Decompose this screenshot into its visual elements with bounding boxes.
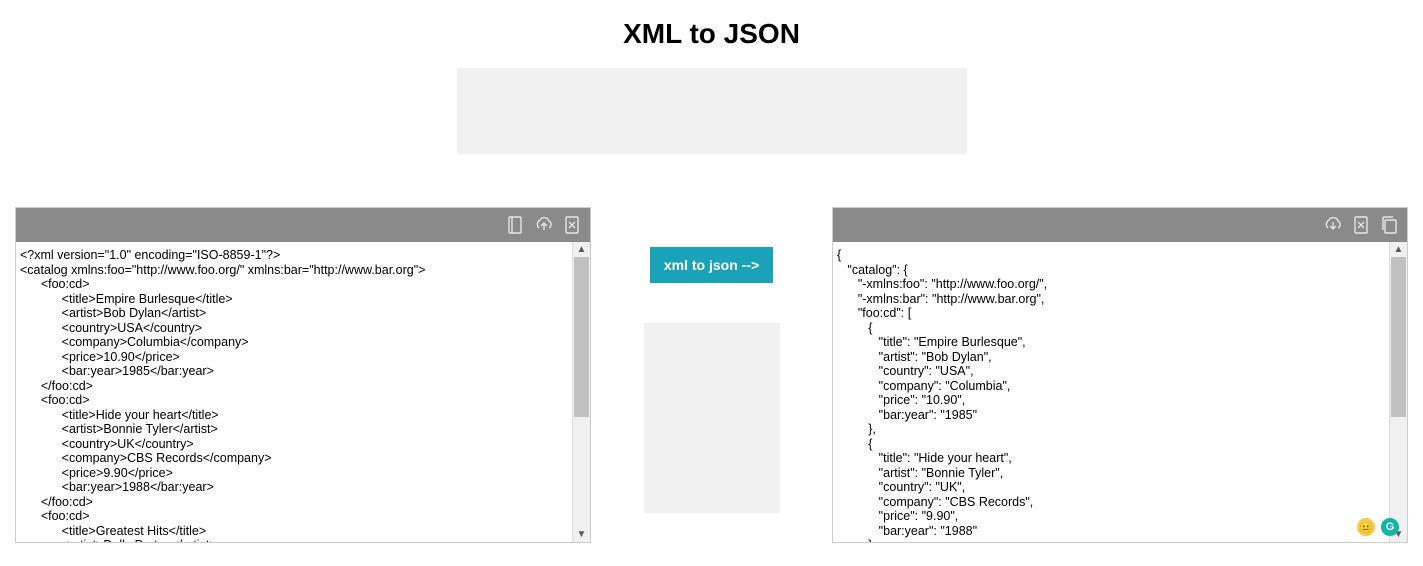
grammarly-icon[interactable]: G (1381, 518, 1399, 536)
copy-icon[interactable] (1379, 214, 1399, 236)
clear-icon[interactable] (562, 214, 582, 236)
scroll-thumb[interactable] (1391, 257, 1406, 417)
scroll-track[interactable] (1390, 257, 1407, 527)
xml-scrollbar[interactable]: ▲ ▼ (572, 242, 590, 542)
scroll-track[interactable] (573, 257, 590, 527)
upload-icon[interactable] (534, 214, 554, 236)
scroll-up-icon[interactable]: ▲ (577, 242, 587, 257)
middle-ad-placeholder (644, 323, 780, 513)
convert-button[interactable]: xml to json --> (650, 247, 773, 283)
center-column: xml to json --> (591, 207, 832, 513)
scroll-down-icon[interactable]: ▼ (577, 527, 587, 542)
xml-content[interactable]: <?xml version="1.0" encoding="ISO-8859-1… (16, 242, 572, 542)
xml-panel: <?xml version="1.0" encoding="ISO-8859-1… (15, 207, 591, 543)
json-toolbar (833, 208, 1407, 242)
corner-badges: 😐 G (1357, 518, 1399, 536)
download-icon[interactable] (1323, 214, 1343, 236)
json-content[interactable]: { "catalog": { "-xmlns:foo": "http://www… (833, 242, 1389, 542)
scroll-thumb[interactable] (574, 257, 589, 417)
json-editor[interactable]: { "catalog": { "-xmlns:foo": "http://www… (833, 242, 1407, 542)
clear-icon[interactable] (1351, 214, 1371, 236)
scroll-up-icon[interactable]: ▲ (1394, 242, 1404, 257)
editor-row: <?xml version="1.0" encoding="ISO-8859-1… (15, 207, 1408, 547)
page-title: XML to JSON (0, 18, 1423, 50)
top-ad-placeholder (457, 68, 967, 154)
json-panel: { "catalog": { "-xmlns:foo": "http://www… (832, 207, 1408, 543)
feedback-face-icon[interactable]: 😐 (1357, 518, 1375, 536)
xml-toolbar (16, 208, 590, 242)
json-scrollbar[interactable]: ▲ ▼ (1389, 242, 1407, 542)
xml-editor[interactable]: <?xml version="1.0" encoding="ISO-8859-1… (16, 242, 590, 542)
book-icon[interactable] (506, 214, 526, 236)
